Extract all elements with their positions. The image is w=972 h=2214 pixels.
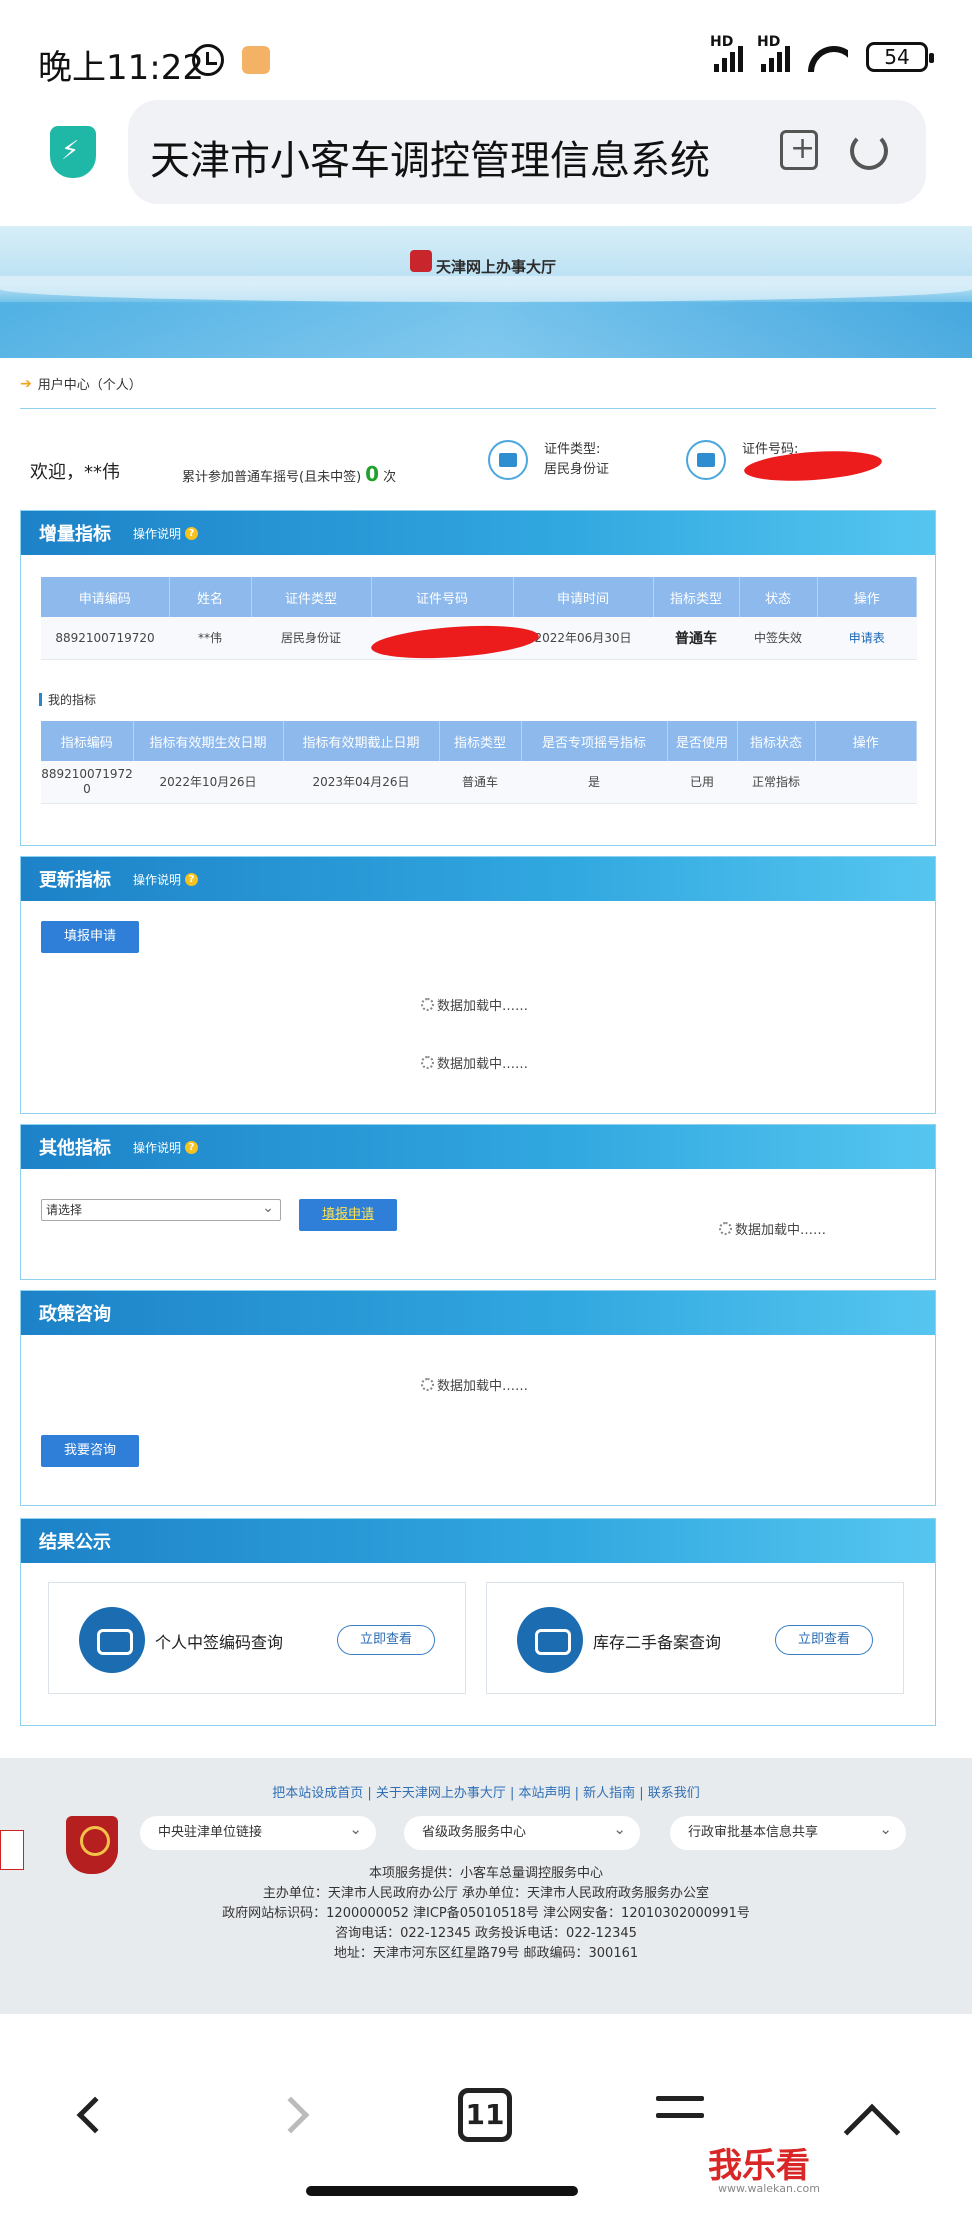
fill-application-button[interactable]: 填报申请: [299, 1199, 397, 1231]
table-row: 8892100719720 2022年10月26日 2023年04月26日 普通…: [41, 761, 917, 804]
site-logo-seal: [410, 250, 432, 272]
help-icon: ?: [185, 1140, 199, 1154]
my-quota-table: 指标编码 指标有效期生效日期 指标有效期截止日期 指标类型 是否专项摇号指标 是…: [41, 721, 917, 804]
app-notification-icon: [242, 46, 270, 74]
help-icon: ?: [185, 872, 199, 886]
approval-info-select[interactable]: 行政审批基本信息共享: [670, 1812, 906, 1850]
signal-icon: HD: [710, 34, 743, 72]
policy-consult-panel: 政策咨询 数据加载中…… 我要咨询: [20, 1290, 936, 1506]
provincial-center-select[interactable]: 省级政务服务中心: [404, 1812, 640, 1850]
help-link[interactable]: 操作说明?: [133, 871, 199, 888]
clock: 晚上11:22: [38, 48, 204, 88]
help-link[interactable]: 操作说明?: [133, 525, 199, 542]
watermark-url: www.walekan.com: [718, 2182, 820, 2195]
breadcrumb-label[interactable]: 用户中心（个人）: [38, 374, 142, 393]
footer-info: 本项服务提供：小客车总量调控服务中心 主办单位：天津市人民政府办公厅 承办单位：…: [222, 1866, 750, 1961]
panel-title: 增量指标: [39, 524, 111, 545]
panel-title: 其他指标: [39, 1138, 111, 1159]
panel-title: 结果公示: [39, 1532, 111, 1553]
used-car-record-query-card[interactable]: 库存二手备案查询 立即查看: [486, 1582, 904, 1694]
site-banner: 天津网上办事大厅: [0, 226, 972, 358]
menu-icon[interactable]: [656, 2096, 704, 2130]
add-bookmark-icon[interactable]: [780, 130, 818, 170]
battery-icon: 54: [866, 42, 934, 72]
view-now-button[interactable]: 立即查看: [337, 1625, 435, 1655]
footer-links[interactable]: 把本站设成首页 | 关于天津网上办事大厅 | 本站声明 | 新人指南 | 联系我…: [0, 1782, 972, 1801]
spinner-icon: [421, 1378, 434, 1391]
home-icon[interactable]: [843, 2103, 901, 2161]
fill-application-button[interactable]: 填报申请: [41, 921, 139, 953]
consult-button[interactable]: 我要咨询: [41, 1435, 139, 1467]
other-quota-panel: 其他指标 操作说明? 请选择 填报申请 数据加载中……: [20, 1124, 936, 1280]
security-shield-icon[interactable]: [50, 126, 96, 178]
arrow-icon: ➔: [20, 375, 32, 392]
welcome-text: 欢迎，**伟: [30, 462, 120, 483]
site-footer: 把本站设成首页 | 关于天津网上办事大厅 | 本站声明 | 新人指南 | 联系我…: [0, 1758, 972, 2014]
home-indicator[interactable]: [306, 2186, 578, 2196]
alarm-icon: [192, 44, 224, 76]
loading-indicator: 数据加载中……: [421, 1053, 528, 1072]
panel-title: 更新指标: [39, 870, 111, 891]
quota-type-select[interactable]: 请选择: [41, 1198, 281, 1221]
spinner-icon: [421, 998, 434, 1011]
help-link[interactable]: 操作说明?: [133, 1139, 199, 1156]
spinner-icon: [719, 1222, 732, 1235]
address-bar: 天津市小客车调控管理信息系统: [0, 100, 972, 224]
id-type-block: 证件类型: 居民身份证: [488, 440, 609, 480]
update-quota-panel: 更新指标 操作说明? 填报申请 数据加载中…… 数据加载中……: [20, 856, 936, 1114]
my-quota-title: 我的指标: [39, 691, 96, 708]
user-card-icon: [686, 440, 726, 480]
panel-title: 政策咨询: [39, 1304, 111, 1325]
signal-icon-2: HD: [757, 34, 790, 72]
forward-icon[interactable]: [272, 2096, 310, 2134]
breadcrumb: ➔ 用户中心（个人）: [20, 374, 142, 394]
view-now-button[interactable]: 立即查看: [775, 1625, 873, 1655]
refresh-icon[interactable]: [850, 132, 888, 170]
lottery-count: 累计参加普通车摇号(且未中签) 0 次: [182, 462, 397, 486]
tabs-button[interactable]: 11: [458, 2088, 512, 2142]
increment-quota-panel: 增量指标 操作说明? 申请编码 姓名 证件类型 证件号码 申请时间 指标类型 状…: [20, 510, 936, 846]
application-form-link[interactable]: 申请表: [817, 617, 917, 660]
help-icon: ?: [185, 526, 199, 540]
loading-indicator: 数据加载中……: [719, 1219, 826, 1238]
car-check-icon: [79, 1607, 145, 1673]
winning-code-query-card[interactable]: 个人中签编码查询 立即查看: [48, 1582, 466, 1694]
scales-icon: [517, 1607, 583, 1673]
back-icon[interactable]: [76, 2096, 114, 2134]
spinner-icon: [421, 1056, 434, 1069]
url-text[interactable]: 天津市小客车调控管理信息系统: [150, 128, 740, 186]
loading-indicator: 数据加载中……: [421, 1375, 528, 1394]
banner-title: 天津网上办事大厅: [436, 258, 557, 276]
watermark: 我乐看: [708, 2146, 810, 2186]
id-card-icon: [488, 440, 528, 480]
status-bar: 晚上11:22 HD HD 54: [0, 0, 972, 100]
central-units-select[interactable]: 中央驻津单位链接: [140, 1812, 376, 1850]
url-field[interactable]: 天津市小客车调控管理信息系统: [128, 100, 926, 204]
loading-indicator: 数据加载中……: [421, 995, 528, 1014]
wifi-icon: [808, 42, 848, 72]
